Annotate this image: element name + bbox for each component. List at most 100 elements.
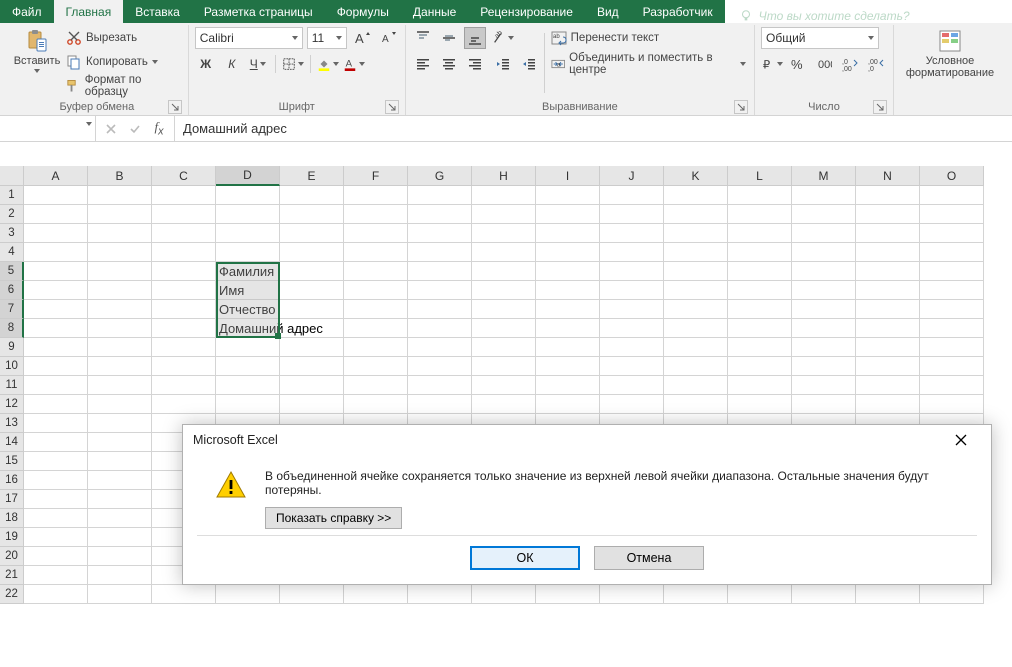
column-header[interactable]: G xyxy=(408,166,472,186)
cell[interactable] xyxy=(88,281,152,300)
cell[interactable] xyxy=(856,585,920,604)
cell[interactable] xyxy=(344,319,408,338)
tab-data[interactable]: Данные xyxy=(401,0,468,23)
row-header[interactable]: 7 xyxy=(0,300,24,319)
cell[interactable] xyxy=(600,224,664,243)
cell[interactable] xyxy=(88,376,152,395)
alignment-launcher[interactable] xyxy=(734,100,748,114)
cell[interactable] xyxy=(920,585,984,604)
cell[interactable] xyxy=(216,205,280,224)
cell[interactable] xyxy=(24,414,88,433)
row-header[interactable]: 13 xyxy=(0,414,24,433)
cell[interactable] xyxy=(280,262,344,281)
format-painter-button[interactable]: Формат по образцу xyxy=(64,75,182,97)
orientation-button[interactable]: ab xyxy=(492,27,514,49)
cell[interactable] xyxy=(24,376,88,395)
cell[interactable]: Фамилия xyxy=(216,262,280,281)
cell[interactable] xyxy=(408,395,472,414)
cell[interactable] xyxy=(24,319,88,338)
cell[interactable] xyxy=(88,205,152,224)
number-format-combo[interactable]: Общий xyxy=(761,27,879,49)
cell[interactable] xyxy=(728,224,792,243)
name-box[interactable] xyxy=(0,116,96,141)
cell[interactable] xyxy=(536,300,600,319)
tab-home[interactable]: Главная xyxy=(54,0,124,23)
cell[interactable] xyxy=(152,376,216,395)
tab-insert[interactable]: Вставка xyxy=(123,0,192,23)
cell[interactable] xyxy=(344,262,408,281)
increase-font-button[interactable]: A xyxy=(351,27,373,49)
cell[interactable] xyxy=(664,585,728,604)
formula-input[interactable]: Домашний адрес xyxy=(175,116,1012,141)
worksheet[interactable]: ABCDEFGHIJKLMNO 12345Фамилия6Имя7Отчеств… xyxy=(0,142,1012,667)
cell[interactable] xyxy=(408,262,472,281)
cell[interactable] xyxy=(792,395,856,414)
comma-button[interactable]: 000 xyxy=(813,53,835,75)
cell[interactable] xyxy=(472,186,536,205)
cell[interactable] xyxy=(536,186,600,205)
row-header[interactable]: 20 xyxy=(0,547,24,566)
cell[interactable] xyxy=(88,262,152,281)
cell[interactable] xyxy=(280,205,344,224)
number-launcher[interactable] xyxy=(873,100,887,114)
cell[interactable] xyxy=(280,186,344,205)
cell[interactable] xyxy=(856,224,920,243)
cell[interactable] xyxy=(792,357,856,376)
cell[interactable] xyxy=(344,224,408,243)
align-center-button[interactable] xyxy=(438,53,460,75)
cell[interactable] xyxy=(152,357,216,376)
column-header[interactable]: I xyxy=(536,166,600,186)
cell[interactable] xyxy=(920,395,984,414)
font-launcher[interactable] xyxy=(385,100,399,114)
row-header[interactable]: 18 xyxy=(0,509,24,528)
cell[interactable] xyxy=(728,376,792,395)
tab-formulas[interactable]: Формулы xyxy=(325,0,401,23)
cell[interactable] xyxy=(344,585,408,604)
cell[interactable] xyxy=(792,205,856,224)
cell[interactable] xyxy=(600,585,664,604)
cell[interactable] xyxy=(88,490,152,509)
cell[interactable] xyxy=(536,376,600,395)
name-box-input[interactable] xyxy=(0,116,95,141)
cell[interactable] xyxy=(24,471,88,490)
cell[interactable] xyxy=(536,585,600,604)
cell[interactable] xyxy=(280,281,344,300)
cell[interactable] xyxy=(344,376,408,395)
show-help-button[interactable]: Показать справку >> xyxy=(265,507,402,529)
cell[interactable] xyxy=(600,186,664,205)
cell[interactable] xyxy=(344,281,408,300)
cell[interactable] xyxy=(728,300,792,319)
cell[interactable] xyxy=(856,281,920,300)
cell[interactable] xyxy=(856,262,920,281)
cell[interactable] xyxy=(792,243,856,262)
cell[interactable] xyxy=(88,300,152,319)
cell[interactable] xyxy=(728,319,792,338)
row-header[interactable]: 19 xyxy=(0,528,24,547)
cell[interactable] xyxy=(536,262,600,281)
row-header[interactable]: 15 xyxy=(0,452,24,471)
row-header[interactable]: 1 xyxy=(0,186,24,205)
cell[interactable] xyxy=(24,452,88,471)
row-header[interactable]: 9 xyxy=(0,338,24,357)
cell[interactable] xyxy=(536,243,600,262)
cancel-formula-button[interactable] xyxy=(100,118,122,140)
cell[interactable] xyxy=(472,300,536,319)
cell[interactable] xyxy=(728,205,792,224)
cell[interactable] xyxy=(24,509,88,528)
cell[interactable] xyxy=(664,300,728,319)
row-header[interactable]: 8 xyxy=(0,319,24,338)
column-header[interactable]: J xyxy=(600,166,664,186)
cell[interactable] xyxy=(792,376,856,395)
decrease-font-button[interactable]: A xyxy=(377,27,399,49)
bold-button[interactable]: Ж xyxy=(195,53,217,75)
cell[interactable] xyxy=(728,186,792,205)
percent-button[interactable]: % xyxy=(787,53,809,75)
cell[interactable] xyxy=(792,300,856,319)
cell[interactable] xyxy=(152,395,216,414)
cell[interactable] xyxy=(24,281,88,300)
cell[interactable] xyxy=(856,243,920,262)
tab-page-layout[interactable]: Разметка страницы xyxy=(192,0,325,23)
cell[interactable] xyxy=(280,357,344,376)
cell[interactable] xyxy=(88,566,152,585)
cell[interactable] xyxy=(88,357,152,376)
